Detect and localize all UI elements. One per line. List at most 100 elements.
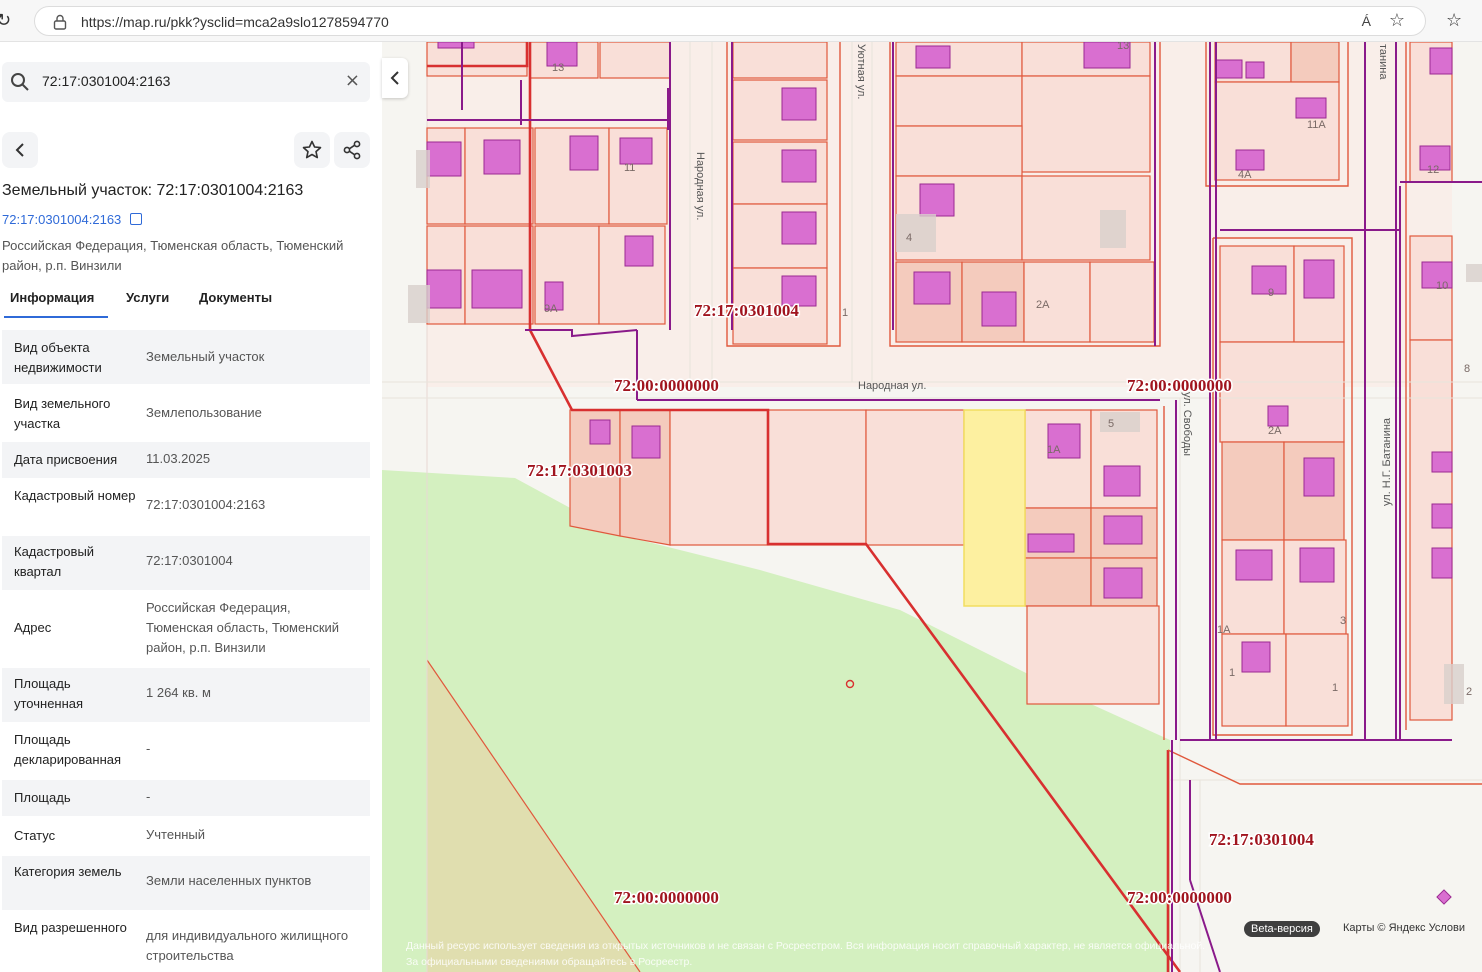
row-label: Дата присвоения [14, 452, 118, 467]
cadastral-map[interactable]: Народная ул. Уютная ул. Народная ул. ул.… [382, 42, 1482, 972]
house-number: 9А [544, 303, 558, 315]
map-disclaimer: Данный ресурс использует сведения из отк… [406, 940, 1206, 968]
street-label-tanina: танина [1377, 44, 1389, 80]
cadastral-number-link[interactable]: 72:17:0301004:2163 [2, 212, 121, 227]
house-number: 3 [1340, 615, 1346, 627]
row-value: Российская Федерация, Тюменская область,… [146, 600, 340, 655]
row-label: Площадь декларированная [14, 732, 122, 767]
row-label: Кадастровый квартал [14, 544, 95, 579]
table-row: Категория земель Земли населенных пункто… [2, 856, 370, 910]
row-value: - [146, 741, 151, 756]
address-bar[interactable]: https://map.ru/pkk?ysclid=mca2a9slo12785… [34, 6, 1426, 36]
table-row: Кадастровый квартал 72:17:0301004 [2, 536, 370, 590]
browser-bar: ↻ https://map.ru/pkk?ysclid=mca2a9slo127… [0, 0, 1482, 42]
row-value: для индивидуального жилищного строительс… [146, 928, 349, 963]
row-label: Вид разрешенного [14, 920, 127, 935]
search-box[interactable]: 72:17:0301004:2163 × [2, 62, 370, 102]
tabs: Информация Услуги Документы [2, 288, 374, 318]
map-attribution[interactable]: Карты © Яндекс Услови [1343, 922, 1465, 934]
row-label: Категория земель [14, 864, 122, 879]
row-value: Учтенный [146, 827, 206, 842]
favorite-button[interactable] [294, 132, 330, 168]
street-label-batanina: ул. Н.Г. Батанина [1381, 417, 1393, 506]
table-row: Площадь уточненная 1 264 кв. м [2, 668, 370, 722]
table-row: Вид разрешенного для индивидуального жил… [2, 912, 370, 972]
row-value: 72:17:0301004 [146, 553, 233, 568]
house-number: 4 [906, 232, 912, 244]
row-value: 11.03.2025 [146, 451, 211, 466]
house-number: 1 [842, 307, 848, 319]
info-sidebar: 72:17:0301004:2163 × Земельный участок: … [0, 42, 382, 972]
map-canvas[interactable]: Народная ул. Уютная ул. Народная ул. ул.… [382, 42, 1482, 972]
page-title: Земельный участок: 72:17:0301004:2163 [2, 182, 304, 199]
quarter-label: 72:00:0000000 [1127, 376, 1232, 395]
tab-active-indicator [4, 316, 108, 318]
parcel-address: Российская Федерация, Тюменская область,… [2, 238, 344, 273]
house-number: 11 [624, 162, 635, 174]
table-row: Статус Учтенный [2, 818, 370, 854]
street-label-narodnaya: Народная ул. [858, 380, 926, 392]
quarter-label: 72:17:0301004 [694, 301, 799, 320]
house-number: 4А [1238, 169, 1252, 181]
share-button[interactable] [334, 132, 370, 168]
row-value: - [146, 789, 151, 804]
house-number: 1А [1217, 624, 1231, 636]
selected-parcel[interactable] [963, 409, 1026, 607]
street-label-uyutnaya: Уютная ул. [855, 44, 867, 99]
house-number: 13 [552, 62, 564, 74]
quarter-label: 72:00:0000000 [614, 376, 719, 395]
search-input[interactable]: 72:17:0301004:2163 [42, 73, 170, 89]
house-number: 2 [1466, 686, 1472, 698]
beta-badge: Beta-версия [1244, 921, 1320, 937]
row-value: 72:17:0301004:2163 [146, 497, 266, 512]
house-number: 8 [1464, 363, 1470, 375]
star-icon [302, 140, 322, 159]
favorites-bar-icon[interactable]: ☆ [1446, 10, 1462, 31]
quarter-label: 72:17:0301003 [527, 461, 632, 480]
row-label: Площадь уточненная [14, 676, 84, 711]
row-label: Кадастровый номер [14, 488, 136, 503]
row-label: Вид объекта недвижимости [14, 340, 102, 375]
reload-icon[interactable]: ↻ [0, 10, 16, 32]
parcels-right [1214, 42, 1453, 727]
house-number: 11А [1307, 119, 1326, 131]
house-number: 1 [1332, 682, 1338, 694]
copy-icon[interactable] [130, 213, 142, 225]
url-text[interactable]: https://map.ru/pkk?ysclid=mca2a9slo12785… [81, 14, 389, 30]
table-row: Адрес Российская Федерация, Тюменская об… [2, 592, 370, 666]
share-icon [343, 140, 361, 160]
lock-icon[interactable] [53, 14, 67, 30]
favorite-star-icon[interactable]: ☆ [1389, 10, 1405, 31]
row-label: Статус [14, 828, 56, 843]
row-label: Площадь [14, 790, 71, 805]
row-value: Земельный участок [146, 349, 265, 364]
quarter-label: 72:17:0301004 [1209, 830, 1314, 849]
table-row: Площадь декларированная - [2, 724, 370, 778]
close-icon[interactable]: × [345, 70, 360, 91]
row-value: 1 264 кв. м [146, 685, 211, 700]
row-value: Земли населенных пунктов [146, 873, 312, 888]
street-label-narodnaya-vertical: Народная ул. [694, 152, 706, 220]
tab-documents[interactable]: Документы [199, 290, 272, 305]
house-number: 9 [1268, 287, 1274, 299]
house-number: 5 [1108, 418, 1114, 430]
quarter-label: 72:00:0000000 [1127, 888, 1232, 907]
house-number: 13 [1117, 42, 1129, 52]
house-number: 12 [1427, 164, 1439, 176]
row-value: Землепользование [146, 405, 262, 420]
table-row: Вид объекта недвижимости Земельный участ… [2, 330, 370, 384]
search-icon [11, 73, 29, 91]
tab-information[interactable]: Информация [10, 290, 94, 305]
back-button[interactable] [2, 132, 38, 168]
street-label-svobody: ул. Свободы [1181, 392, 1193, 456]
read-aloud-icon[interactable]: Á [1362, 13, 1371, 29]
row-label: Вид земельного участка [14, 396, 111, 431]
house-number: 2А [1268, 425, 1282, 437]
table-row: Вид земельного участка Землепользование [2, 386, 370, 440]
tab-services[interactable]: Услуги [126, 290, 169, 305]
row-label: Адрес [14, 620, 52, 635]
house-number: 1А [1047, 444, 1061, 456]
collapse-sidebar-button[interactable] [382, 58, 408, 98]
quarter-label: 72:00:0000000 [614, 888, 719, 907]
house-number: 1 [1229, 667, 1235, 679]
